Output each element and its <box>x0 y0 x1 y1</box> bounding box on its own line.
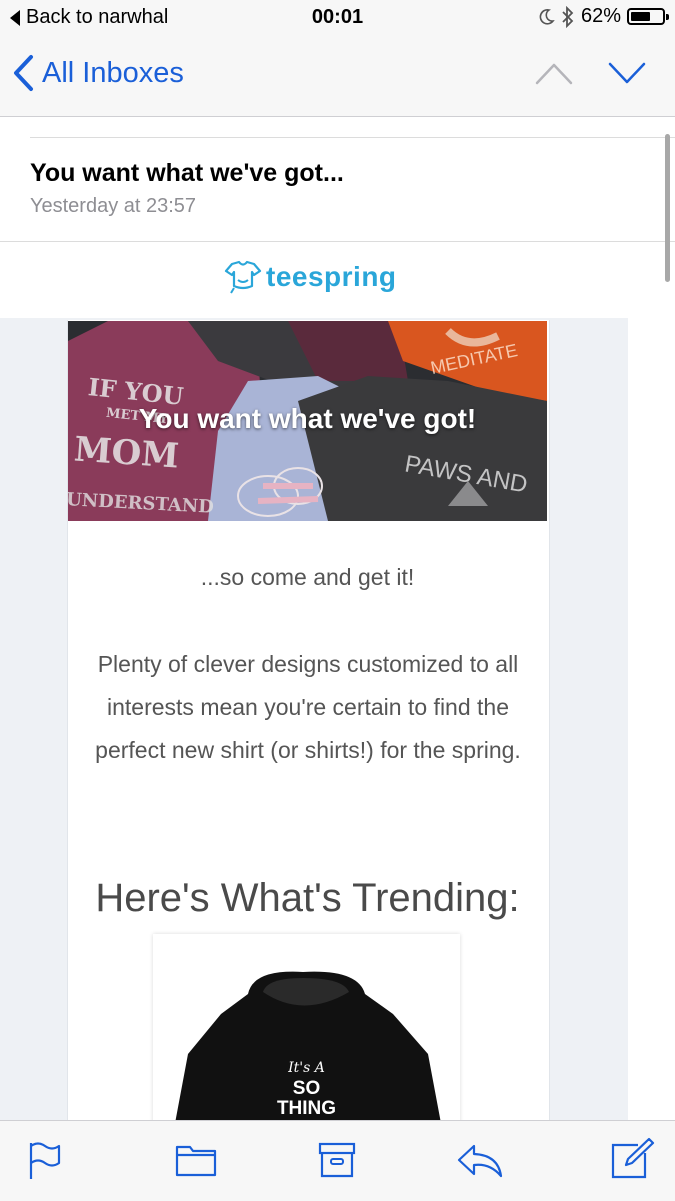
archive-icon[interactable] <box>318 1141 356 1179</box>
folder-icon[interactable] <box>175 1141 217 1179</box>
back-to-inboxes-button[interactable]: All Inboxes <box>12 54 184 92</box>
status-indicators: 62% <box>537 5 669 28</box>
chevron-down-icon[interactable] <box>607 60 647 86</box>
message-header: You want what we've got... Yesterday at … <box>0 117 675 243</box>
message-subject: You want what we've got... <box>30 159 344 187</box>
chevron-left-icon <box>14 55 33 91</box>
reply-icon[interactable] <box>456 1141 504 1179</box>
email-paragraph: Plenty of clever designs customized to a… <box>95 651 521 763</box>
message-date: Yesterday at 23:57 <box>30 195 197 217</box>
moon-icon <box>539 8 555 25</box>
flag-icon[interactable] <box>28 1141 62 1181</box>
email-logo-row: teespring <box>0 244 628 318</box>
bluetooth-icon <box>562 5 574 28</box>
hero-shirt-text: MOM <box>72 429 181 477</box>
scrollbar[interactable] <box>665 134 670 282</box>
product-card[interactable]: It's A SO THING <box>153 934 460 1134</box>
status-bar: Back to narwhal 00:01 62% <box>0 0 675 36</box>
divider <box>0 241 675 242</box>
product-text: It's A <box>288 1060 325 1076</box>
product-text: SO <box>292 1078 321 1099</box>
product-text: THING <box>276 1098 337 1119</box>
bottom-toolbar <box>0 1120 675 1201</box>
battery-percent: 62% <box>580 5 621 27</box>
compose-icon[interactable] <box>610 1137 656 1181</box>
email-subheading: ...so come and get it! <box>200 564 415 590</box>
brand-name: teespring <box>266 261 397 292</box>
hero-title: You want what we've got! <box>138 403 477 434</box>
divider <box>30 137 675 138</box>
nav-bar: All Inboxes <box>0 36 675 117</box>
trending-heading: Here's What's Trending: <box>95 876 520 920</box>
battery-icon <box>627 8 669 25</box>
hero-banner[interactable]: IF YOU MET MY MOM UNDERSTAND PAWS AND ME… <box>68 321 547 521</box>
teespring-logo[interactable]: teespring <box>224 260 397 294</box>
tshirt-logo-icon <box>224 260 262 294</box>
back-to-inboxes-label: All Inboxes <box>42 56 184 89</box>
chevron-up-icon[interactable] <box>534 60 574 86</box>
